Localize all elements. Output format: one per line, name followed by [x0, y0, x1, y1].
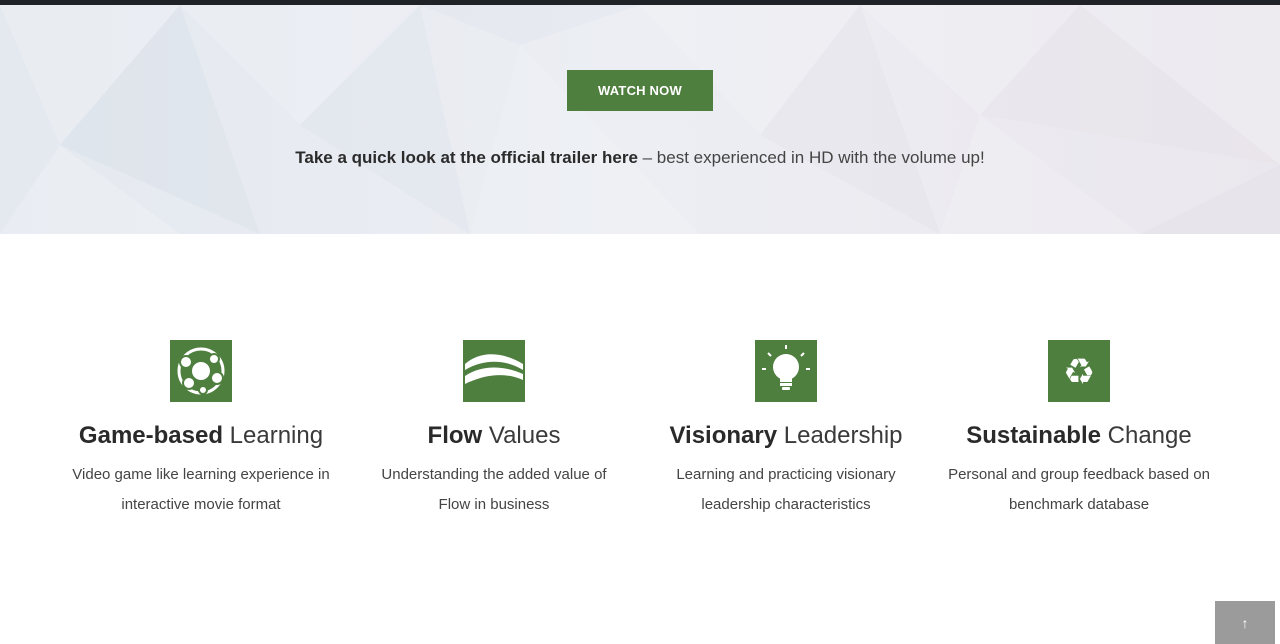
trailer-caption: Take a quick look at the official traile… — [0, 148, 1280, 168]
feature-sustainable-change: ♻ Sustainable Change Personal and group … — [929, 340, 1229, 520]
feature-description: Learning and practicing visionary leader… — [676, 466, 896, 513]
feature-flow-values: Flow Values Understanding the added valu… — [344, 340, 644, 520]
trailer-link[interactable]: Take a quick look at the official traile… — [295, 148, 638, 167]
feature-description: Video game like learning experience in i… — [72, 466, 330, 513]
watch-now-button[interactable]: WATCH NOW — [567, 70, 713, 111]
features-section: Game-based Learning Video game like lear… — [0, 234, 1280, 644]
trailer-hero-section: WATCH NOW Take a quick look at the offic… — [0, 5, 1280, 234]
feature-title: Game-based Learning — [78, 422, 324, 449]
svg-text:♻: ♻ — [1063, 352, 1095, 393]
hero-background-pattern — [0, 5, 1280, 234]
scroll-to-top-button[interactable]: ↑ — [1215, 601, 1275, 644]
feature-title: Flow Values — [427, 422, 561, 449]
recycle-icon: ♻ — [1048, 340, 1110, 402]
arrow-up-icon: ↑ — [1241, 614, 1249, 631]
flow-wave-icon — [463, 340, 525, 402]
lightbulb-icon — [755, 340, 817, 402]
network-circles-icon — [170, 340, 232, 402]
feature-game-based-learning: Game-based Learning Video game like lear… — [51, 340, 351, 520]
feature-description: Understanding the added value of Flow in… — [381, 466, 607, 513]
trailer-caption-rest: – best experienced in HD with the volume… — [637, 148, 985, 167]
feature-description: Personal and group feedback based on ben… — [948, 466, 1210, 513]
feature-title: Sustainable Change — [966, 422, 1192, 449]
feature-title: Visionary Leadership — [669, 422, 903, 449]
feature-visionary-leadership: Visionary Leadership Learning and practi… — [636, 340, 936, 520]
